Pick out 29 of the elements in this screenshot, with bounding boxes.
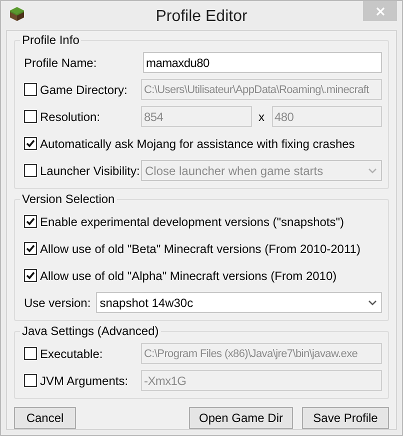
- dialog-button[interactable]: Cancel: [14, 407, 76, 429]
- field-label: Use version:: [24, 296, 91, 310]
- checkbox[interactable]: [24, 242, 37, 255]
- dialog-button[interactable]: Save Profile: [302, 407, 389, 429]
- checkbox-label: Resolution:: [40, 110, 100, 124]
- checkbox-label: Launcher Visibility:: [40, 164, 140, 178]
- window-title: Profile Editor: [156, 6, 248, 26]
- checkbox[interactable]: [24, 137, 37, 150]
- close-icon: [376, 6, 384, 16]
- chevron-icon: [368, 168, 377, 174]
- checkbox[interactable]: [24, 215, 37, 228]
- checkbox-label: Enable experimental development versions ("snapshots"): [40, 214, 344, 228]
- checkbox-label: Executable:: [40, 346, 103, 360]
- field-label: Profile Name:: [24, 56, 97, 70]
- chevron-icon: [368, 300, 377, 306]
- grass-block-icon: [10, 7, 24, 21]
- checkbox[interactable]: [24, 269, 37, 282]
- checkbox-label: Allow use of old "Alpha" Minecraft versions (From 2010): [40, 268, 337, 282]
- checkbox-label: Game Directory:: [40, 82, 128, 96]
- group-title: Java Settings (Advanced): [21, 324, 160, 338]
- group-title: Profile Info: [21, 33, 80, 47]
- checkbox-label: Allow use of old "Beta" Minecraft versions (From 2010-2011): [40, 242, 360, 256]
- checkbox-label: JVM Arguments:: [40, 374, 128, 388]
- dialog-button[interactable]: Open Game Dir: [189, 407, 293, 429]
- text-field[interactable]: mamaxdu80: [143, 52, 382, 73]
- checkbox-label: Automatically ask Mojang for assistance with fixing crashes: [40, 136, 355, 150]
- group-title: Version Selection: [21, 192, 116, 206]
- dropdown[interactable]: snapshot 14w30c: [96, 292, 382, 313]
- separator-text: x: [258, 110, 266, 124]
